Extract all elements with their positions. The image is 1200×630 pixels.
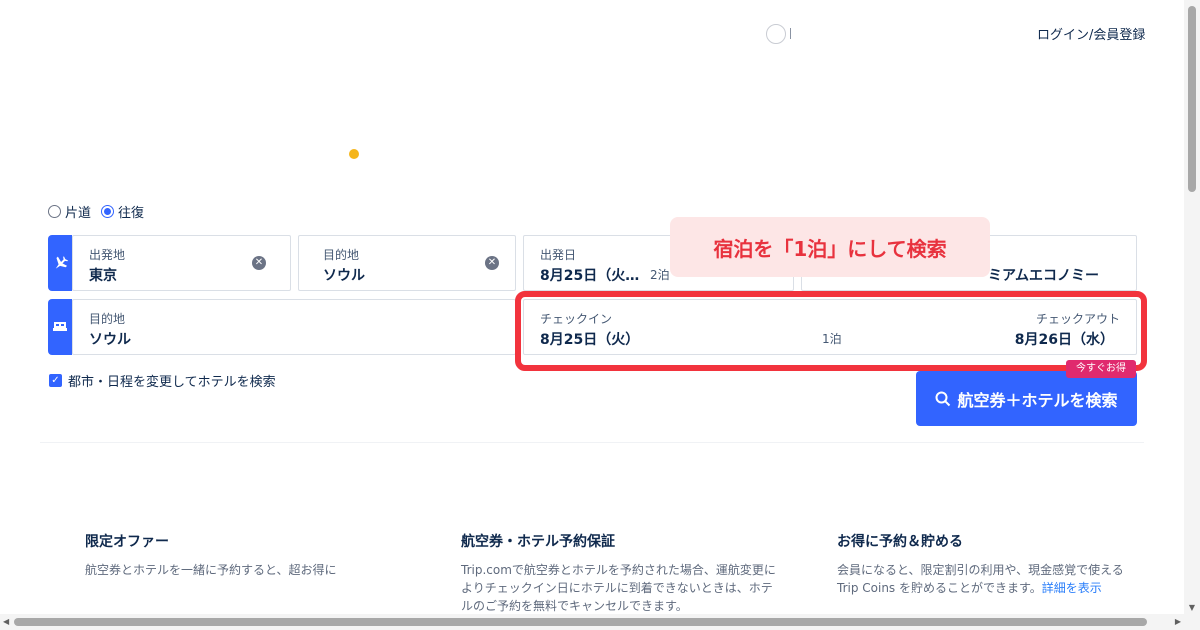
radio-round-trip[interactable]: 往復 [101,202,144,221]
radio-round-trip-icon [101,205,115,218]
loading-spinner-icon [766,24,786,44]
info-rewards: お得に予約＆貯める 会員になると、限定割引の利用や、現金感覚で使えるTrip C… [837,531,1142,597]
promo-tag: 今すぐお得 [1066,360,1136,378]
checkbox-checked-icon: ✓ [49,374,62,387]
search-flight-hotel-button[interactable]: 航空券＋ホテルを検索 [916,371,1137,426]
info-limited-offer: 限定オファー 航空券とホテルを一緒に予約すると、超お得に [85,531,415,579]
annotation-highlight-box [515,291,1147,371]
hotel-destination-label: 目的地 [89,312,126,326]
bed-icon [48,299,72,355]
info-title: お得に予約＆貯める [837,534,963,550]
info-title: 限定オファー [85,534,169,550]
flight-origin-field[interactable]: 出発地 東京 ✕ [72,235,291,291]
radio-one-way-icon [48,205,61,218]
flight-depart-value: 8月25日（火… [540,268,640,284]
login-register-link[interactable]: ログイン/会員登録 [1037,24,1145,43]
horizontal-scrollbar[interactable]: ◀ ▶ [0,614,1184,630]
vertical-scroll-thumb[interactable] [1188,6,1196,192]
airplane-icon [48,235,72,291]
scroll-down-arrow-icon[interactable]: ▼ [1184,603,1200,612]
change-hotel-checkbox[interactable]: ✓ 都市・日程を変更してホテルを検索 [49,371,276,390]
clear-destination-icon[interactable]: ✕ [485,256,499,270]
horizontal-scroll-thumb[interactable] [14,618,1147,626]
hotel-destination-field[interactable]: 目的地 ソウル [72,299,516,355]
info-booking-guarantee: 航空券・ホテル予約保証 Trip.comで航空券とホテルを予約された場合、運航変… [461,531,781,615]
loading-bar [790,28,791,39]
flight-origin-label: 出発地 [89,248,126,262]
vertical-scrollbar[interactable]: ▼ [1184,0,1200,630]
loading-dot [349,149,359,159]
section-divider [40,442,1144,443]
info-title: 航空券・ホテル予約保証 [461,534,615,550]
flight-nights: 2泊 [650,268,670,282]
hotel-destination-value: ソウル [89,332,131,348]
radio-one-way-label: 片道 [65,206,92,221]
radio-round-trip-label: 往復 [118,206,145,221]
search-button-label: 航空券＋ホテルを検索 [957,390,1118,410]
flight-origin-value: 東京 [89,268,117,284]
search-icon [935,391,951,406]
cabin-class-value: ミアムエコノミー [988,268,1100,284]
flight-destination-label: 目的地 [323,248,360,262]
annotation-callout: 宿泊を「1泊」にして検索 [670,217,990,277]
clear-origin-icon[interactable]: ✕ [252,256,266,270]
info-text: Trip.comで航空券とホテルを予約された場合、運航変更によりチェックイン日に… [461,563,776,613]
flight-destination-value: ソウル [323,268,365,284]
scroll-left-arrow-icon[interactable]: ◀ [3,614,9,630]
flight-destination-field[interactable]: 目的地 ソウル ✕ [298,235,516,291]
info-text: 会員になると、限定割引の利用や、現金感覚で使えるTrip Coins を貯めるこ… [837,561,1142,597]
flight-depart-label: 出発日 [540,248,577,262]
info-text: 航空券とホテルを一緒に予約すると、超お得に [85,563,337,577]
details-link[interactable]: 詳細を表示 [1042,581,1102,595]
scroll-right-arrow-icon[interactable]: ▶ [1175,614,1181,630]
change-hotel-label: 都市・日程を変更してホテルを検索 [68,375,276,390]
trip-type-selector: 片道 往復 [48,202,144,221]
radio-one-way[interactable]: 片道 [48,202,91,221]
